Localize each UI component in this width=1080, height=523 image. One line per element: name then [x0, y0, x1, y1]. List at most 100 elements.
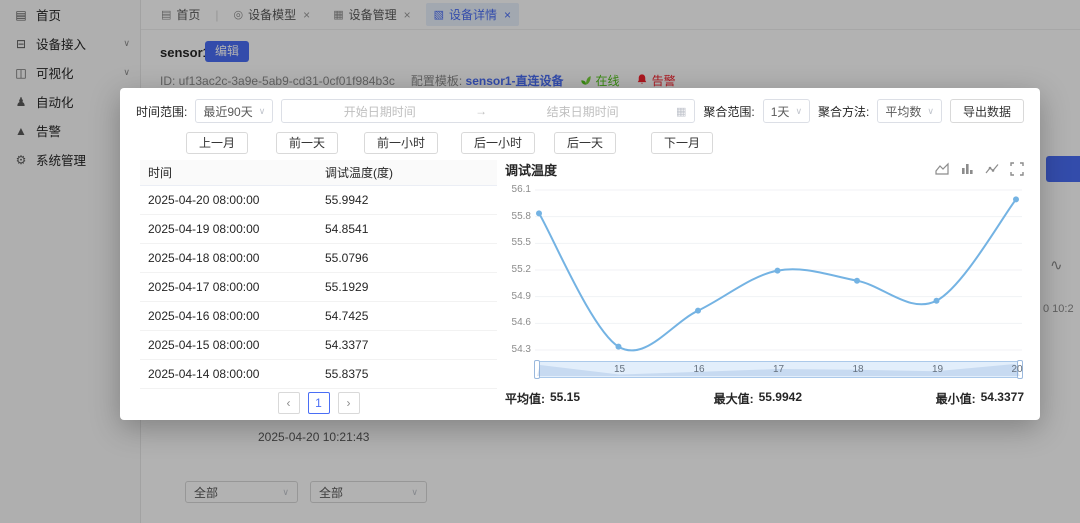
chart-header: 调试温度 — [505, 158, 1024, 180]
zoom-brush[interactable]: 15 16 17 18 19 20 — [534, 360, 1023, 379]
y-tick-label: 54.6 — [511, 317, 531, 329]
end-date-placeholder: 结束日期时间 — [546, 104, 619, 119]
stats-row: 平均值: 55.15 最大值: 55.9942 最小值: 54.3377 — [505, 390, 1024, 407]
cell-temperature: 55.8375 — [325, 367, 369, 381]
nav-button-3[interactable]: 前一小时 — [364, 132, 439, 154]
chart-plot — [535, 186, 1022, 354]
chevron-down-icon: ∨ — [795, 105, 803, 116]
min-label: 最小值: — [935, 392, 976, 406]
chart-panel: 调试温度 54.3 54.6 54.9 55.2 55.5 55.8 56.1 15 16 17… — [505, 158, 1024, 386]
cell-temperature: 55.9942 — [325, 193, 369, 207]
nav-button-6[interactable]: 下一月 — [651, 132, 714, 154]
x-tick-label: 19 — [931, 364, 944, 375]
y-axis-labels: 54.3 54.6 54.9 55.2 55.5 55.8 56.1 — [505, 158, 531, 386]
time-range-select[interactable]: 最近90天 ∨ — [195, 99, 274, 123]
cell-time: 2025-04-20 08:00:00 — [148, 193, 260, 207]
filter-row: 时间范围: 最近90天 ∨ 开始日期时间 → 结束日期时间 ▦ 聚合范围: 1天… — [136, 98, 1024, 124]
x-tick-label: 16 — [693, 364, 705, 375]
cell-time: 2025-04-16 08:00:00 — [148, 309, 260, 323]
export-data-button[interactable]: 导出数据 — [949, 99, 1024, 123]
calendar-icon: ▦ — [676, 105, 687, 118]
agg-range-label: 聚合范围: — [703, 104, 755, 119]
table-row[interactable]: 2025-04-17 08:00:00 55.1929 — [140, 273, 497, 302]
table-row[interactable]: 2025-04-15 08:00:00 54.3377 — [140, 331, 497, 360]
x-tick-label: 15 — [613, 364, 626, 375]
bar-chart-icon[interactable] — [960, 162, 974, 176]
temperature-line — [538, 198, 1017, 352]
table-row[interactable]: 2025-04-19 08:00:00 54.8541 — [140, 215, 497, 244]
x-tick-label: 18 — [852, 364, 864, 375]
y-tick-label: 55.5 — [511, 237, 531, 249]
col-header-time: 时间 — [148, 166, 173, 180]
y-tick-label: 55.2 — [511, 264, 531, 275]
y-tick-label: 54.9 — [511, 290, 531, 302]
next-page-button[interactable]: › — [337, 392, 360, 414]
cell-temperature: 54.8541 — [325, 222, 369, 236]
y-tick-label: 55.8 — [511, 210, 531, 222]
time-range-value: 最近90天 — [203, 104, 253, 119]
current-page-button[interactable]: 1 — [307, 392, 330, 414]
history-table: 时间 调试温度(度) 2025-04-20 08:00:00 55.9942 202… — [140, 160, 497, 389]
agg-method-label: 聚合方法: — [818, 104, 870, 119]
data-point[interactable] — [536, 210, 542, 217]
cell-time: 2025-04-18 08:00:00 — [148, 251, 260, 265]
min-value: 54.3377 — [980, 390, 1024, 404]
cell-temperature: 55.0796 — [325, 251, 369, 265]
table-header: 时间 调试温度(度) — [140, 160, 497, 186]
data-point[interactable] — [615, 343, 622, 350]
cell-temperature: 54.7425 — [325, 309, 369, 323]
cell-time: 2025-04-15 08:00:00 — [148, 338, 260, 352]
avg-label: 平均值: — [505, 392, 545, 406]
chevron-down-icon: ∨ — [927, 105, 934, 116]
chevron-down-icon: ∨ — [258, 105, 266, 116]
x-tick-label: 20 — [1011, 364, 1023, 375]
nav-button-1[interactable]: 上一月 — [186, 132, 249, 154]
data-point[interactable] — [1013, 196, 1019, 203]
cell-time: 2025-04-17 08:00:00 — [148, 280, 260, 294]
table-row[interactable]: 2025-04-18 08:00:00 55.0796 — [140, 244, 497, 273]
prev-page-button[interactable]: ‹ — [277, 392, 300, 414]
max-label: 最大值: — [713, 392, 754, 406]
agg-method-select[interactable]: 平均数 ∨ — [877, 99, 942, 123]
data-point[interactable] — [774, 267, 781, 274]
nav-button-4[interactable]: 后一小时 — [461, 132, 536, 154]
fullscreen-icon[interactable] — [1010, 162, 1024, 176]
x-tick-label: 17 — [772, 364, 785, 375]
data-point[interactable] — [854, 277, 860, 284]
agg-range-select[interactable]: 1天 ∨ — [762, 99, 811, 123]
date-range-picker[interactable]: 开始日期时间 → 结束日期时间 ▦ — [281, 99, 696, 123]
nav-button-row: 上一月 前一天 前一小时 后一小时 后一天 下一月 — [136, 132, 856, 154]
history-data-modal: 时间范围: 最近90天 ∨ 开始日期时间 → 结束日期时间 ▦ 聚合范围: 1天… — [120, 88, 1040, 420]
app-window: ▤首页⊟设备接入∨◫可视化∨♟自动化∨▲告警∨⚙系统管理∨ ‹ ▤首页|◎设备模… — [0, 0, 1080, 523]
y-tick-label: 54.3 — [511, 344, 531, 355]
min-stat: 最小值: 54.3377 — [936, 390, 1024, 407]
nav-button-2[interactable]: 前一天 — [276, 132, 339, 154]
area-chart-icon[interactable] — [935, 162, 949, 176]
avg-stat: 平均值: 55.15 — [505, 390, 580, 407]
avg-value: 55.15 — [550, 390, 581, 404]
cell-temperature: 55.1929 — [325, 280, 369, 294]
table-row[interactable]: 2025-04-16 08:00:00 54.7425 — [140, 302, 497, 331]
history-table-body: 2025-04-20 08:00:00 55.9942 2025-04-19 08:… — [140, 186, 497, 389]
nav-button-5[interactable]: 后一天 — [554, 132, 617, 154]
pagination: ‹ 1 › — [140, 392, 497, 414]
range-arrow-icon: → — [475, 104, 488, 118]
agg-range-value: 1天 — [770, 104, 790, 119]
y-tick-label: 56.1 — [511, 184, 531, 195]
chart-toolbox — [935, 162, 1024, 176]
temperature-chart — [535, 189, 1022, 352]
max-value: 55.9942 — [758, 390, 803, 404]
cell-temperature: 54.3377 — [325, 338, 369, 352]
start-date-placeholder: 开始日期时间 — [343, 104, 416, 119]
data-point[interactable] — [933, 297, 940, 304]
cell-time: 2025-04-19 08:00:00 — [148, 222, 260, 236]
cell-time: 2025-04-14 08:00:00 — [148, 367, 260, 381]
time-range-label: 时间范围: — [136, 104, 188, 119]
table-row[interactable]: 2025-04-14 08:00:00 55.8375 — [140, 360, 497, 389]
agg-method-value: 平均数 — [885, 104, 922, 119]
col-header-temperature: 调试温度(度) — [325, 166, 393, 180]
max-stat: 最大值: 55.9942 — [714, 390, 802, 407]
table-row[interactable]: 2025-04-20 08:00:00 55.9942 — [140, 186, 497, 215]
data-point[interactable] — [695, 307, 701, 314]
line-chart-icon[interactable] — [985, 162, 999, 176]
